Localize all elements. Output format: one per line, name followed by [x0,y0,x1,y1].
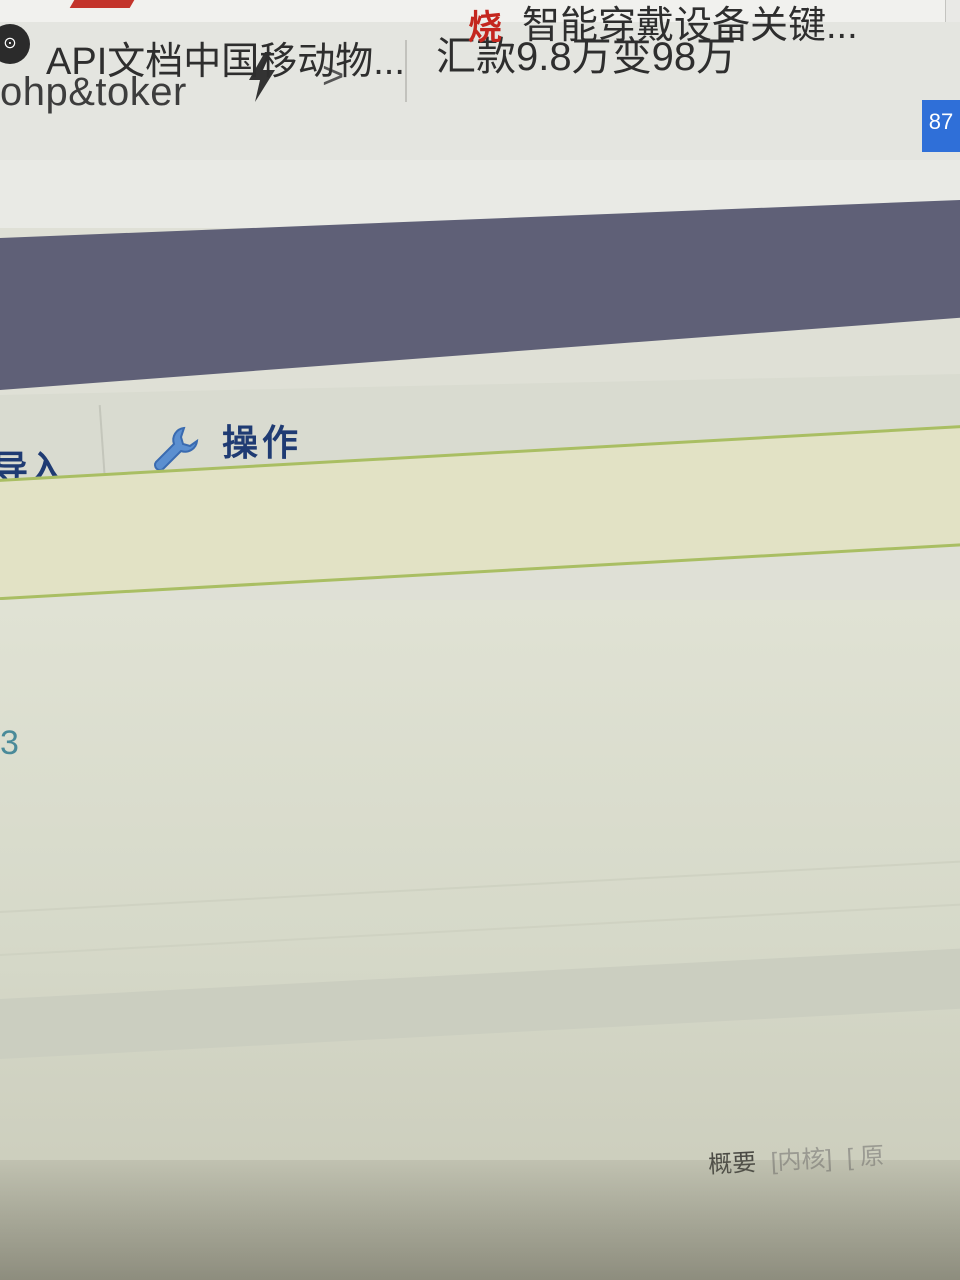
active-tab-marker [69,0,135,8]
toolbar-separator [405,40,407,102]
bookmark-api-docs[interactable]: API文档中国移动物... [46,30,405,85]
bookmark-wearable-devices[interactable]: 智能穿戴设备关键... [522,0,858,49]
fire-icon: 烧 [468,9,502,47]
operate-button[interactable]: 操作 [222,414,302,466]
browser-tab[interactable] [0,0,41,22]
screen-shadow [0,1160,960,1280]
app-header-band [0,200,960,390]
row-number: 3 [0,724,19,762]
extension-badge-icon[interactable]: 87 [922,100,960,152]
